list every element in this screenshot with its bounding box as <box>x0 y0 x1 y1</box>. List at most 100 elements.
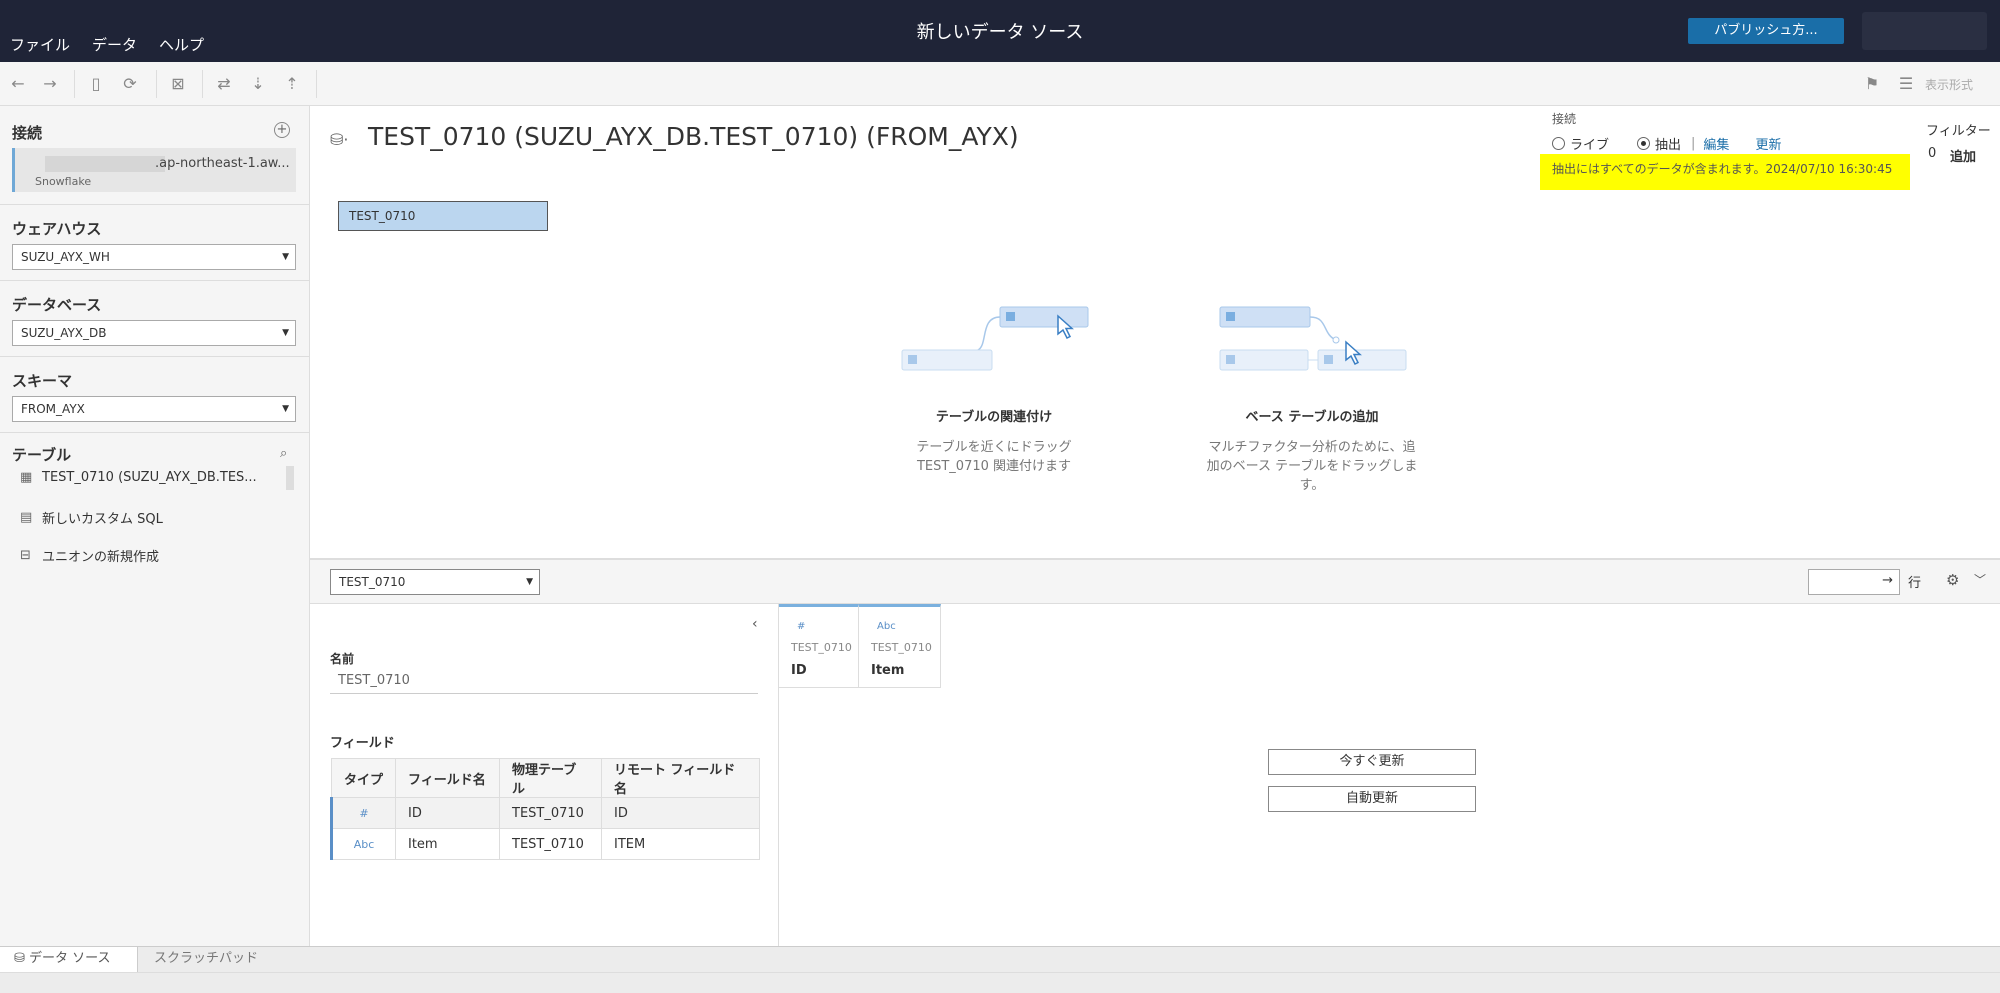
table-row[interactable]: Abc Item TEST_0710 ITEM <box>330 828 760 860</box>
highlight-icon[interactable]: ⚑ <box>1862 74 1882 94</box>
database-value: SUZU_AYX_DB <box>21 326 107 340</box>
refresh-icon[interactable]: ⟳ <box>120 74 140 94</box>
schema-select[interactable]: FROM_AYX ▼ <box>12 396 296 422</box>
tab-scratchpad[interactable]: スクラッチパッド <box>140 947 272 973</box>
chevron-down-icon: ▼ <box>282 328 289 338</box>
name-label: 名前 <box>330 652 355 666</box>
warehouse-value: SUZU_AYX_WH <box>21 250 110 264</box>
tables-title: テーブル <box>12 446 72 464</box>
metadata-toolbar: TEST_0710 ▼ → 行 ⚙ ﹀ <box>310 560 2000 604</box>
save-datasource-icon[interactable]: ▯ <box>86 74 106 94</box>
toolbar: ← → ▯ ⟳ ⊠ ⇄ ⇣ ⇡ ⚑ ☰ 表示形式 <box>0 62 2000 106</box>
database-select[interactable]: SUZU_AYX_DB ▼ <box>12 320 296 346</box>
column-header-type[interactable]: タイプ <box>331 758 396 798</box>
connection-label: 接続 <box>1552 112 1577 126</box>
edit-link[interactable]: 編集 <box>1703 134 1729 153</box>
toolbar-divider <box>316 70 317 98</box>
remote-field-cell: ID <box>601 797 760 829</box>
base-table-illustration <box>1219 306 1407 371</box>
rows-input[interactable]: → <box>1808 569 1900 595</box>
column-header-remote-field[interactable]: リモート フィールド名 <box>601 758 760 798</box>
update-now-button[interactable]: 今すぐ更新 <box>1268 749 1476 775</box>
sidebar-new-union[interactable]: ⊟ ユニオンの新規作成 <box>20 546 159 565</box>
connection-type: Snowflake <box>35 175 92 188</box>
string-type-icon[interactable]: Abc <box>877 621 896 632</box>
tab-data-source[interactable]: ⛁ データ ソース <box>0 947 138 973</box>
grid-column-id[interactable]: # TEST_0710 ID <box>779 604 859 688</box>
toolbar-divider <box>202 70 203 98</box>
auto-update-button[interactable]: 自動更新 <box>1268 786 1476 812</box>
user-account[interactable] <box>1862 12 1987 50</box>
number-type-icon[interactable]: # <box>797 621 805 632</box>
connections-title: 接続 <box>12 124 43 142</box>
connection-card[interactable]: .ap-northeast-1.aw... Snowflake <box>12 148 296 192</box>
back-icon[interactable]: ← <box>8 74 28 94</box>
datasource-icon[interactable]: ⛁· <box>330 130 349 149</box>
sort-descending-icon[interactable]: ⇡ <box>282 74 302 94</box>
extract-note: 抽出にはすべてのデータが含まれます。2024/07/10 16:30:45 <box>1540 154 1910 190</box>
remote-field-cell: ITEM <box>601 828 760 860</box>
view-format-label[interactable]: 表示形式 <box>1925 76 1973 93</box>
number-type-icon[interactable]: # <box>330 797 396 829</box>
swap-icon[interactable]: ⇄ <box>214 74 234 94</box>
refresh-link[interactable]: 更新 <box>1755 134 1781 153</box>
forward-icon[interactable]: → <box>40 74 60 94</box>
grid-column-name[interactable]: Item <box>871 663 904 678</box>
datasource-title[interactable]: TEST_0710 (SUZU_AYX_DB.TEST_0710) (FROM_… <box>368 122 1019 151</box>
data-pane: 接続 + .ap-northeast-1.aw... Snowflake ウェア… <box>0 106 310 946</box>
extract-radio[interactable] <box>1637 137 1651 150</box>
column-header-physical-table[interactable]: 物理テーブル <box>499 758 602 798</box>
view-format-icon[interactable]: ☰ <box>1896 74 1916 94</box>
search-icon[interactable]: ⌕ <box>280 446 287 461</box>
status-bar <box>0 972 2000 993</box>
filter-add-link[interactable]: 追加 <box>1950 146 1976 165</box>
extract-label[interactable]: 抽出 <box>1655 134 1681 153</box>
publish-button[interactable]: パブリッシュ方... <box>1688 18 1844 44</box>
relate-tables-desc: テーブルを近くにドラッグ TEST_0710 関連付けます <box>916 440 1072 474</box>
sidebar-table-item[interactable]: ▦ TEST_0710 (SUZU_AYX_DB.TES... <box>20 470 257 485</box>
redacted-host <box>45 156 165 172</box>
filter-label: フィルター <box>1926 124 1991 139</box>
sidebar-divider <box>0 356 310 357</box>
table-row[interactable]: # ID TEST_0710 ID <box>330 797 760 829</box>
filter-count: 0 <box>1928 146 1937 161</box>
live-radio[interactable] <box>1552 137 1565 150</box>
sidebar-divider <box>0 432 310 433</box>
field-name-cell[interactable]: ID <box>395 797 500 829</box>
chevron-down-icon[interactable]: ﹀ <box>1974 571 1986 588</box>
rows-label: 行 <box>1908 576 1922 591</box>
live-label[interactable]: ライブ <box>1570 134 1609 153</box>
fields-header-row: タイプ フィールド名 物理テーブル リモート フィールド名 <box>331 758 760 798</box>
chevron-down-icon: ▼ <box>526 577 533 587</box>
arrow-right-icon[interactable]: → <box>1882 573 1893 588</box>
separator: | <box>1691 136 1696 151</box>
gear-icon[interactable]: ⚙ <box>1946 571 1959 589</box>
clear-icon[interactable]: ⊠ <box>168 74 188 94</box>
sheet-tabs: ⛁ データ ソース スクラッチパッド <box>0 946 2000 973</box>
union-icon: ⊟ <box>20 548 31 563</box>
column-header-field-name[interactable]: フィールド名 <box>395 758 500 798</box>
relate-tables-illustration <box>901 306 1089 371</box>
warehouse-select[interactable]: SUZU_AYX_WH ▼ <box>12 244 296 270</box>
connection-mode: ライブ 抽出 | 編集 更新 <box>1552 134 1781 153</box>
grid-column-name[interactable]: ID <box>791 663 807 678</box>
field-name-cell[interactable]: Item <box>395 828 500 860</box>
sidebar-custom-sql[interactable]: ▤ 新しいカスタム SQL <box>20 508 163 527</box>
grid-column-item[interactable]: Abc TEST_0710 Item <box>859 604 941 688</box>
base-table-title: ベース テーブルの追加 <box>1245 410 1379 425</box>
sort-ascending-icon[interactable]: ⇣ <box>248 74 268 94</box>
title-bar: ファイル データ ヘルプ 新しいデータ ソース パブリッシュ方... <box>0 0 2000 62</box>
sidebar-divider <box>0 204 310 205</box>
name-field[interactable]: TEST_0710 <box>330 668 758 694</box>
string-type-icon[interactable]: Abc <box>330 828 396 860</box>
table-select[interactable]: TEST_0710 ▼ <box>330 569 540 595</box>
add-connection-icon[interactable]: + <box>274 122 290 138</box>
scrollbar[interactable] <box>286 466 294 490</box>
connection-host: .ap-northeast-1.aw... <box>155 156 290 171</box>
canvas-table[interactable]: TEST_0710 <box>338 201 548 231</box>
database-title: データベース <box>12 296 102 314</box>
fields-table: タイプ フィールド名 物理テーブル リモート フィールド名 # ID TEST_… <box>330 758 760 860</box>
table-item-label: TEST_0710 (SUZU_AYX_DB.TES... <box>42 470 257 485</box>
sidebar-divider <box>0 280 310 281</box>
collapse-icon[interactable]: ‹ <box>752 616 758 632</box>
